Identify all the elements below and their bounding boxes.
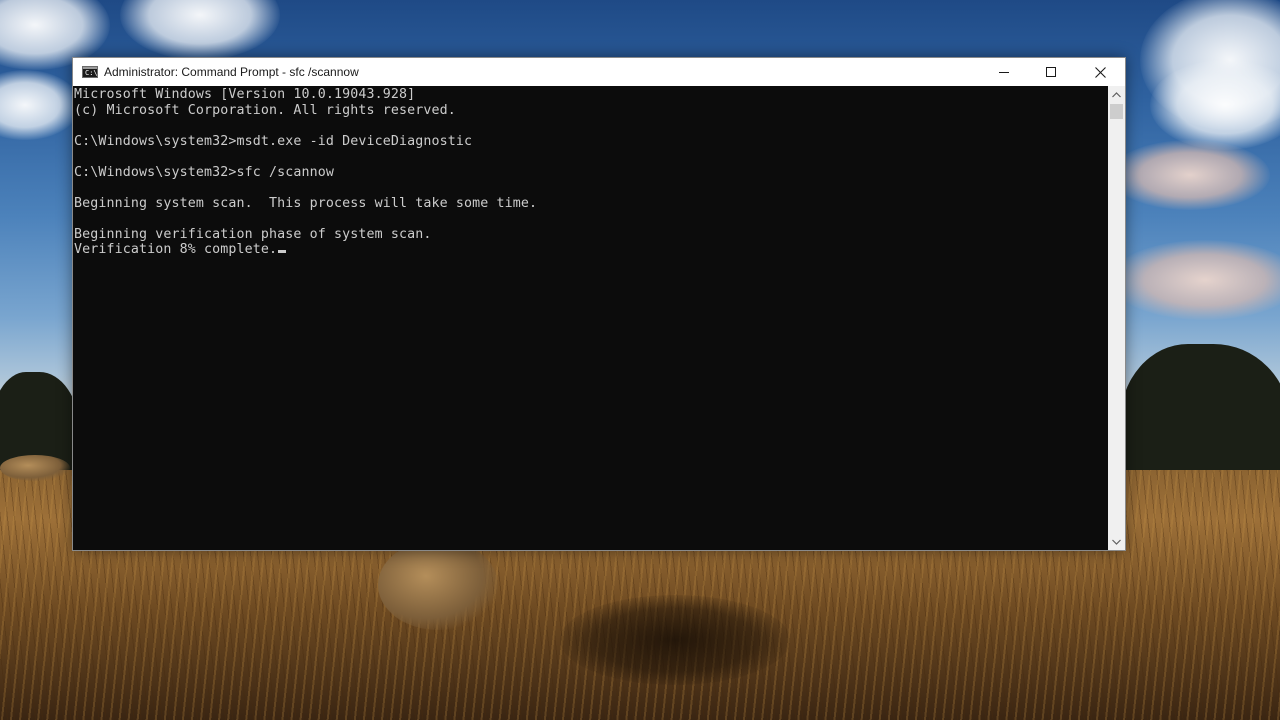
console-line: Beginning system scan. This process will… <box>74 195 538 211</box>
close-icon <box>1094 66 1106 78</box>
command-prompt-window[interactable]: C:\ Administrator: Command Prompt - sfc … <box>72 57 1126 551</box>
cloud <box>0 70 80 140</box>
scroll-down-arrow-icon <box>1112 539 1121 545</box>
scroll-thumb[interactable] <box>1110 104 1123 119</box>
scroll-down-button[interactable] <box>1108 533 1125 550</box>
vertical-scrollbar[interactable] <box>1108 86 1125 550</box>
console-line: Microsoft Windows [Version 10.0.19043.92… <box>74 87 416 102</box>
console-line: (c) Microsoft Corporation. All rights re… <box>74 102 456 118</box>
console-line-active: Verification 8% complete. <box>74 242 287 258</box>
bale-shadow <box>560 595 790 685</box>
console-line-text: Verification 8% complete. <box>74 242 278 257</box>
scroll-up-button[interactable] <box>1108 86 1125 103</box>
treeline <box>1120 344 1280 474</box>
maximize-icon <box>1046 67 1056 77</box>
console-line: C:\Windows\system32>msdt.exe -id DeviceD… <box>74 133 473 149</box>
command-prompt-icon[interactable]: C:\ <box>82 66 98 78</box>
hay-bale <box>378 540 498 630</box>
app-icon-glyph: C:\ <box>85 69 98 77</box>
cloud <box>1110 240 1280 320</box>
window-title: Administrator: Command Prompt - sfc /sca… <box>104 65 359 79</box>
minimize-button[interactable] <box>981 58 1027 86</box>
maximize-button[interactable] <box>1028 58 1074 86</box>
text-cursor <box>278 250 287 253</box>
console-line: C:\Windows\system32>sfc /scannow <box>74 164 335 180</box>
title-bar[interactable]: C:\ Administrator: Command Prompt - sfc … <box>73 58 1125 86</box>
console-line: Beginning verification phase of system s… <box>74 226 432 242</box>
hay-bale <box>0 455 70 481</box>
cloud <box>1150 60 1280 150</box>
cloud <box>1110 140 1270 210</box>
close-button[interactable] <box>1077 58 1123 86</box>
scroll-up-arrow-icon <box>1112 91 1121 97</box>
cloud <box>120 0 280 60</box>
minimize-icon <box>999 72 1009 73</box>
console-output[interactable]: Microsoft Windows [Version 10.0.19043.92… <box>73 86 1108 550</box>
